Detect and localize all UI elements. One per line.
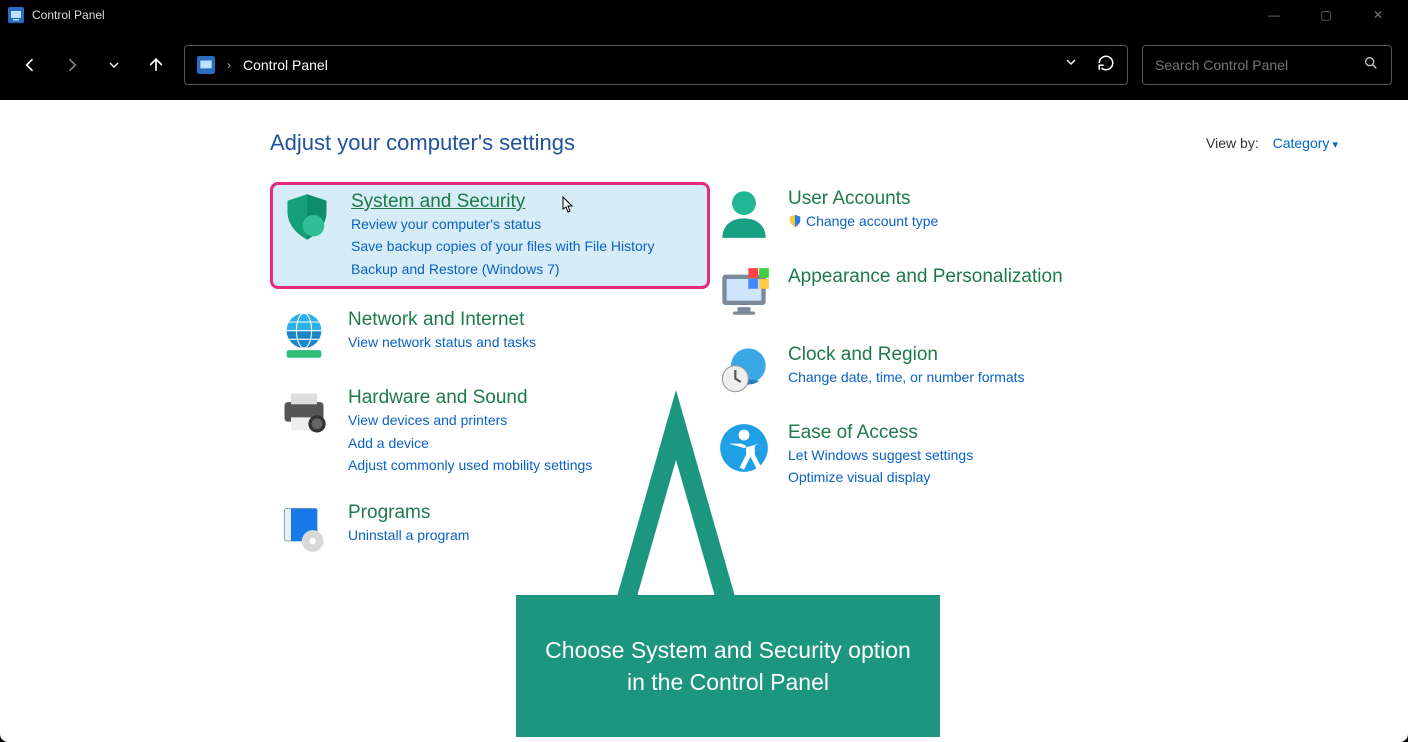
instruction-callout: Choose System and Security option in the…: [516, 595, 940, 737]
minimize-button[interactable]: —: [1260, 8, 1288, 22]
window-title: Control Panel: [32, 8, 105, 22]
forward-button[interactable]: [58, 51, 86, 79]
printer-icon: [278, 387, 330, 439]
cursor-icon: [558, 195, 574, 215]
category-user-accounts[interactable]: User Accounts Change account type: [710, 182, 1150, 246]
breadcrumb-separator: ›: [227, 58, 231, 72]
user-icon: [718, 188, 770, 240]
view-by-label: View by:: [1206, 135, 1259, 151]
breadcrumb-root[interactable]: Control Panel: [243, 57, 328, 73]
category-system-security[interactable]: System and Security Review your computer…: [270, 182, 710, 289]
right-column: User Accounts Change account type Appear: [710, 182, 1150, 574]
uac-shield-icon: [788, 212, 802, 226]
app-icon: [8, 7, 24, 23]
category-link[interactable]: Review your computer's status: [351, 213, 699, 235]
view-by-value[interactable]: Category: [1273, 135, 1338, 151]
address-dropdown[interactable]: [1063, 54, 1079, 77]
clock-globe-icon: [718, 344, 770, 396]
category-link-text: Change account type: [806, 213, 938, 229]
category-title[interactable]: Network and Internet: [348, 309, 702, 331]
category-ease-of-access[interactable]: Ease of Access Let Windows suggest setti…: [710, 416, 1150, 495]
search-box[interactable]: [1142, 45, 1392, 85]
category-link[interactable]: Change date, time, or number formats: [788, 366, 1142, 388]
shield-icon: [281, 191, 333, 243]
category-link[interactable]: Let Windows suggest settings: [788, 444, 1142, 466]
category-title[interactable]: Ease of Access: [788, 422, 1142, 444]
category-link[interactable]: View network status and tasks: [348, 331, 702, 353]
title-bar: Control Panel — ▢ ✕: [0, 0, 1408, 30]
content-area: Adjust your computer's settings View by:…: [0, 100, 1408, 742]
close-button[interactable]: ✕: [1364, 8, 1392, 22]
back-button[interactable]: [16, 51, 44, 79]
category-link[interactable]: Backup and Restore (Windows 7): [351, 258, 699, 280]
category-title[interactable]: System and Security: [351, 191, 699, 213]
maximize-button[interactable]: ▢: [1312, 8, 1340, 22]
category-title[interactable]: Appearance and Personalization: [788, 266, 1142, 288]
monitor-icon: [718, 266, 770, 318]
recent-dropdown[interactable]: [100, 51, 128, 79]
refresh-button[interactable]: [1097, 54, 1115, 77]
control-panel-window: Control Panel — ▢ ✕ › Control Panel: [0, 0, 1408, 742]
callout-arrow: [616, 390, 736, 600]
address-icon: [197, 56, 215, 74]
callout-text: Choose System and Security option in the…: [544, 634, 912, 698]
category-network[interactable]: Network and Internet View network status…: [270, 303, 710, 367]
category-title[interactable]: User Accounts: [788, 188, 1142, 210]
category-link[interactable]: Change account type: [788, 210, 1142, 232]
search-icon[interactable]: [1363, 55, 1379, 76]
category-clock-region[interactable]: Clock and Region Change date, time, or n…: [710, 338, 1150, 402]
page-title: Adjust your computer's settings: [270, 130, 575, 156]
search-input[interactable]: [1155, 57, 1363, 73]
programs-icon: [278, 502, 330, 554]
globe-icon: [278, 309, 330, 361]
view-by: View by: Category: [1206, 135, 1338, 151]
navigation-bar: › Control Panel: [0, 30, 1408, 100]
category-link[interactable]: Save backup copies of your files with Fi…: [351, 235, 699, 257]
category-title[interactable]: Clock and Region: [788, 344, 1142, 366]
up-button[interactable]: [142, 51, 170, 79]
category-appearance[interactable]: Appearance and Personalization: [710, 260, 1150, 324]
category-link[interactable]: Optimize visual display: [788, 466, 1142, 488]
address-bar[interactable]: › Control Panel: [184, 45, 1128, 85]
